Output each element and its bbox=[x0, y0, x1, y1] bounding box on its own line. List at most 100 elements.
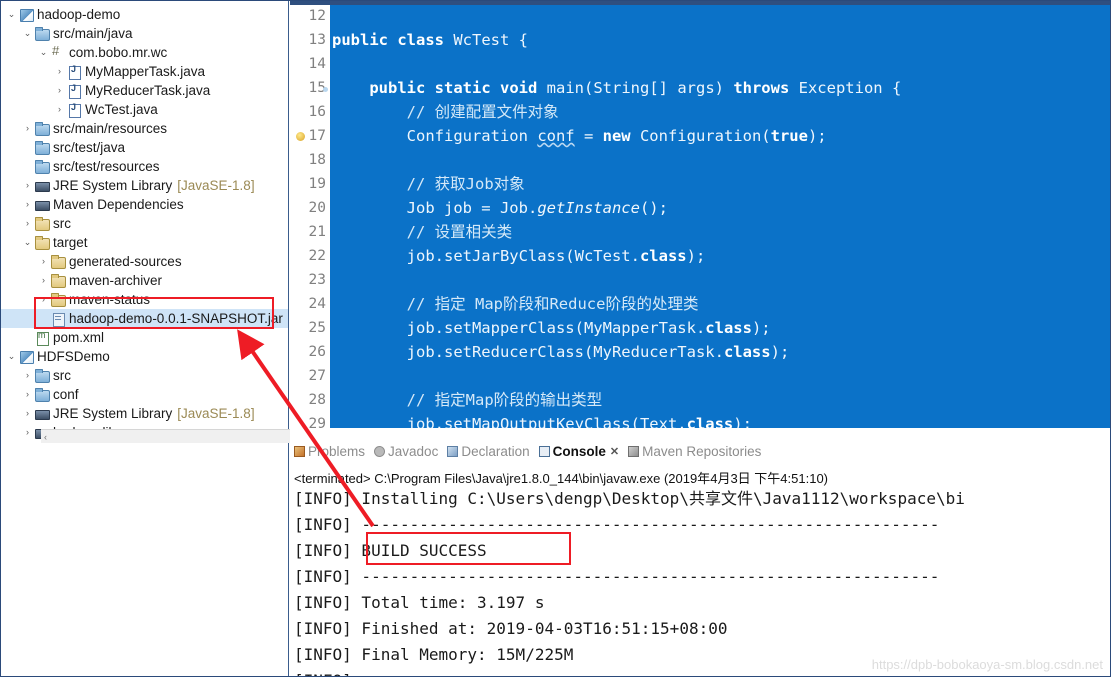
chevron-right-icon[interactable]: › bbox=[21, 423, 34, 442]
source-folder-icon bbox=[34, 159, 50, 174]
tree-item-mymappertask-java[interactable]: › MyMapperTask.java bbox=[1, 62, 288, 81]
tree-item-label: JRE System Library bbox=[53, 178, 173, 193]
tree-item-src-main-resources[interactable]: › src/main/resources bbox=[1, 119, 288, 138]
scroll-left-arrow-icon[interactable]: ‹ bbox=[44, 432, 47, 442]
chevron-right-icon[interactable]: › bbox=[21, 366, 34, 385]
java-file-icon bbox=[66, 64, 82, 80]
chevron-right-icon[interactable]: › bbox=[21, 195, 34, 214]
chevron-right-icon[interactable]: › bbox=[37, 271, 50, 290]
tree-item-label: src/test/resources bbox=[53, 159, 160, 174]
twisty-spacer: · bbox=[37, 309, 50, 328]
code-line-22: job.setJarByClass(WcTest.class); bbox=[332, 247, 706, 265]
code-text-area[interactable]: public class WcTest { public static void… bbox=[330, 5, 1110, 428]
tree-item-src[interactable]: › src bbox=[1, 214, 288, 233]
code-line-24: // 指定 Map阶段和Reduce阶段的处理类 bbox=[332, 295, 699, 313]
jar-file-icon bbox=[50, 311, 66, 327]
tree-item-hdfsdemo[interactable]: ⌄ HDFSDemo bbox=[1, 347, 288, 366]
tab-problems[interactable]: Problems bbox=[294, 444, 365, 459]
tree-item-src-test-resources[interactable]: · src/test/resources bbox=[1, 157, 288, 176]
javadoc-icon bbox=[374, 446, 386, 458]
package-icon bbox=[50, 43, 66, 60]
tree-item-maven-archiver[interactable]: › maven-archiver bbox=[1, 271, 288, 290]
folder-icon bbox=[50, 254, 66, 269]
chevron-down-icon[interactable]: ⌄ bbox=[21, 24, 34, 43]
chevron-right-icon[interactable]: › bbox=[21, 214, 34, 233]
code-line-13: public class WcTest { bbox=[332, 31, 529, 49]
chevron-right-icon[interactable]: › bbox=[53, 100, 66, 119]
line-number-12: 12 bbox=[308, 8, 326, 24]
chevron-down-icon[interactable]: ⌄ bbox=[5, 347, 18, 366]
tree-item-com-bobo-mr-wc[interactable]: ⌄ com.bobo.mr.wc bbox=[1, 43, 288, 62]
tree-item-label: com.bobo.mr.wc bbox=[69, 45, 168, 60]
line-number-27: 27 bbox=[308, 368, 326, 384]
source-folder-icon bbox=[34, 140, 50, 155]
fold-marker-icon[interactable] bbox=[323, 87, 328, 92]
line-number-28: 28 bbox=[308, 392, 326, 408]
chevron-right-icon[interactable]: › bbox=[21, 119, 34, 138]
console-line-0: [INFO] Installing C:\Users\dengp\Desktop… bbox=[294, 489, 965, 508]
java-file-icon bbox=[66, 102, 82, 118]
tree-item-src-test-java[interactable]: · src/test/java bbox=[1, 138, 288, 157]
tree-item-label: MyReducerTask.java bbox=[85, 83, 211, 98]
tree-item-label: src/main/resources bbox=[53, 121, 168, 136]
chevron-down-icon[interactable]: ⌄ bbox=[21, 233, 34, 252]
chevron-right-icon[interactable]: › bbox=[21, 404, 34, 423]
line-number-18: 18 bbox=[308, 152, 326, 168]
declaration-icon bbox=[447, 446, 459, 458]
tree-item-label: JRE System Library bbox=[53, 406, 173, 421]
view-tab-bar[interactable]: Problems Javadoc Declaration Console ✕ Maven … bbox=[290, 443, 1110, 465]
code-line-16: // 创建配置文件对象 bbox=[332, 103, 559, 121]
tree-item-maven-dependencies[interactable]: › Maven Dependencies bbox=[1, 195, 288, 214]
chevron-right-icon[interactable]: › bbox=[37, 252, 50, 271]
tree-item-maven-status[interactable]: › maven-status bbox=[1, 290, 288, 309]
warning-marker-icon[interactable] bbox=[296, 132, 305, 141]
chevron-down-icon[interactable]: ⌄ bbox=[5, 5, 18, 24]
chevron-right-icon[interactable]: › bbox=[21, 385, 34, 404]
chevron-right-icon[interactable]: › bbox=[37, 290, 50, 309]
tree-item-label: generated-sources bbox=[69, 254, 182, 269]
bottom-view-stack[interactable]: Problems Javadoc Declaration Console ✕ Maven … bbox=[290, 428, 1110, 676]
tab-javadoc[interactable]: Javadoc bbox=[374, 444, 438, 459]
tab-console[interactable]: Console ✕ bbox=[538, 444, 619, 459]
tree-item-hadoop-demo-0-0-1-snapshot-jar[interactable]: · hadoop-demo-0.0.1-SNAPSHOT.jar bbox=[1, 309, 288, 328]
chevron-right-icon[interactable]: › bbox=[53, 62, 66, 81]
tree-item-conf[interactable]: › conf bbox=[1, 385, 288, 404]
tab-declaration[interactable]: Declaration bbox=[447, 444, 530, 459]
tree-item-label: src/main/java bbox=[53, 26, 133, 41]
tab-label: Problems bbox=[308, 444, 366, 460]
project-icon bbox=[18, 349, 34, 364]
tree-item-src-main-java[interactable]: ⌄ src/main/java bbox=[1, 24, 288, 43]
line-number-24: 24 bbox=[308, 296, 326, 312]
package-explorer-panel[interactable]: ⌄hadoop-demo⌄src/main/java⌄com.bobo.mr.w… bbox=[1, 1, 289, 676]
line-number-14: 14 bbox=[308, 56, 326, 72]
tree-item-myreducertask-java[interactable]: › MyReducerTask.java bbox=[1, 81, 288, 100]
tree-item-qualifier: [JavaSE-1.8] bbox=[177, 406, 255, 421]
tree-item-generated-sources[interactable]: › generated-sources bbox=[1, 252, 288, 271]
chevron-right-icon[interactable]: › bbox=[21, 176, 34, 195]
java-file-icon bbox=[66, 83, 82, 99]
tree-item-jre-system-library[interactable]: › JRE System Library [JavaSE-1.8] bbox=[1, 176, 288, 195]
chevron-down-icon[interactable]: ⌄ bbox=[37, 43, 50, 62]
tree-item-wctest-java[interactable]: › WcTest.java bbox=[1, 100, 288, 119]
tree-item-label: pom.xml bbox=[53, 330, 105, 345]
console-line-3: [INFO] ---------------------------------… bbox=[294, 567, 940, 586]
console-line-2: [INFO] BUILD SUCCESS bbox=[294, 541, 487, 560]
tab-label: Javadoc bbox=[388, 444, 439, 460]
chevron-right-icon[interactable]: › bbox=[53, 81, 66, 100]
line-number-26: 26 bbox=[308, 344, 326, 360]
tree-item-src[interactable]: › src bbox=[1, 366, 288, 385]
project-icon bbox=[18, 7, 34, 22]
tab-maven-repositories[interactable]: Maven Repositories bbox=[628, 444, 761, 459]
line-number-29: 29 bbox=[308, 416, 326, 428]
line-number-22: 22 bbox=[308, 248, 326, 264]
console-output[interactable]: [INFO] Installing C:\Users\dengp\Desktop… bbox=[294, 486, 1110, 676]
watermark-text: https://dpb-bobokaoya-sm.blog.csdn.net bbox=[871, 657, 1103, 672]
folder-icon bbox=[34, 216, 50, 231]
close-icon[interactable]: ✕ bbox=[610, 445, 619, 458]
tree-item-target[interactable]: ⌄ target bbox=[1, 233, 288, 252]
tree-item-jre-system-library[interactable]: › JRE System Library [JavaSE-1.8] bbox=[1, 404, 288, 423]
tree-item-pom-xml[interactable]: · pom.xml bbox=[1, 328, 288, 347]
code-line-19: // 获取Job对象 bbox=[332, 175, 525, 193]
java-source-editor[interactable]: 12131415161718192021222324252627282930 p… bbox=[290, 1, 1110, 428]
tree-item-hadoop-demo[interactable]: ⌄ hadoop-demo bbox=[1, 5, 288, 24]
